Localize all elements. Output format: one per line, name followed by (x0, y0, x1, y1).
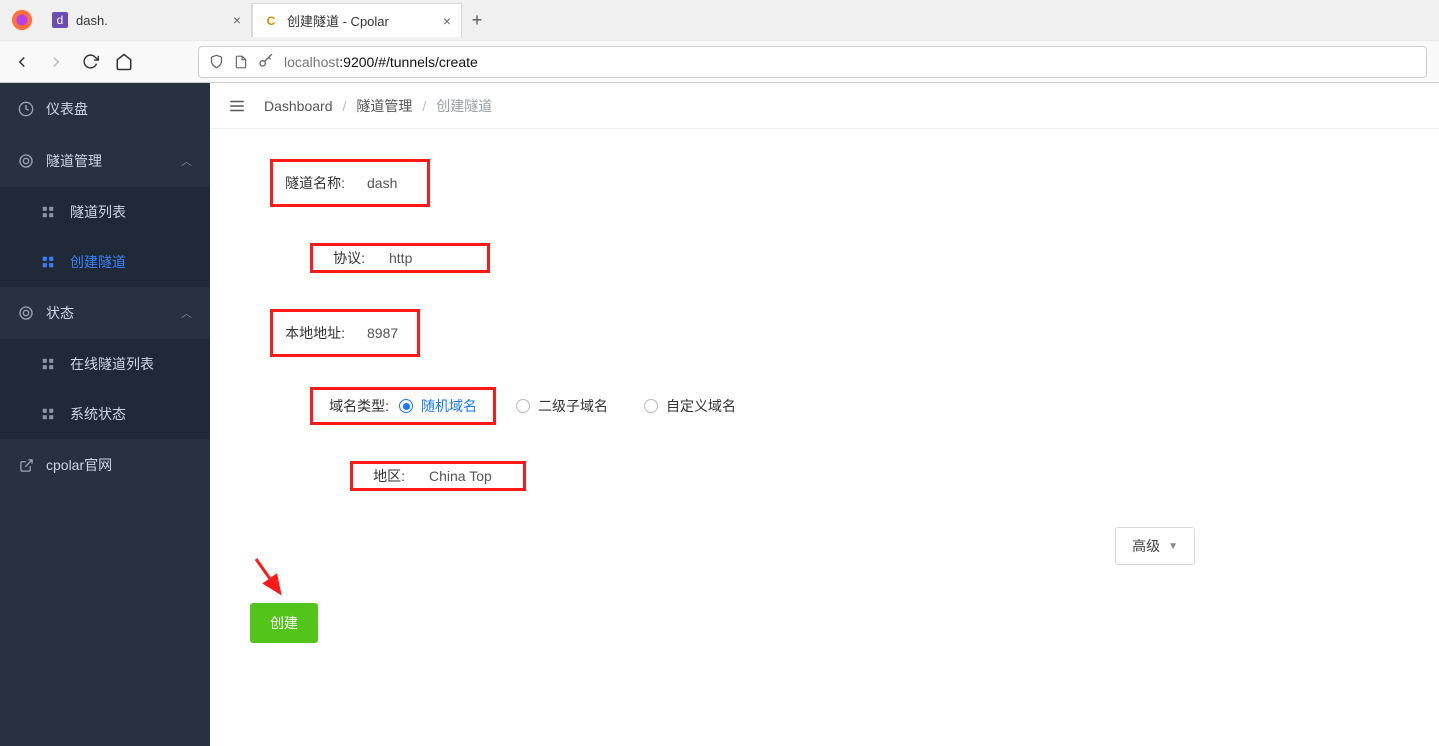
region-value-text: China Top (415, 468, 492, 484)
sidebar-label: 系统状态 (70, 404, 126, 424)
sidebar-item-tunnels[interactable]: 隧道管理 ︿ (0, 135, 210, 187)
sidebar-label: 隧道列表 (70, 202, 126, 222)
app-root: 仪表盘 隧道管理 ︿ 隧道列表 创建隧道 状态 ︿ 在线隧道列表 系统状态 (0, 83, 1439, 746)
radio-custom-domain[interactable]: 自定义域名 (644, 396, 736, 416)
sidebar-label: 仪表盘 (46, 99, 88, 119)
breadcrumb-sep: / (422, 98, 426, 114)
favicon-dash-icon: d (52, 12, 68, 28)
close-icon[interactable]: × (233, 12, 241, 28)
grid-icon (40, 356, 56, 372)
grid-icon (40, 204, 56, 220)
chevron-up-icon: ︿ (181, 153, 192, 169)
sidebar-item-online-tunnels[interactable]: 在线隧道列表 (0, 339, 210, 389)
radio-random-domain[interactable]: 随机域名 (399, 396, 477, 416)
chevron-up-icon: ︿ (181, 305, 192, 321)
hamburger-icon[interactable] (228, 97, 246, 115)
name-label: 隧道名称: (275, 173, 355, 193)
tab-dash[interactable]: d dash. × (42, 3, 252, 37)
sidebar-item-dashboard[interactable]: 仪表盘 (0, 83, 210, 135)
firefox-icon (8, 6, 36, 34)
highlight-domain-type: 域名类型: 随机域名 (310, 387, 496, 425)
breadcrumb-dashboard[interactable]: Dashboard (264, 98, 333, 114)
local-addr-input[interactable] (355, 314, 413, 352)
radio-label: 二级子域名 (538, 396, 608, 416)
close-icon[interactable]: × (443, 13, 451, 29)
target-icon (18, 305, 34, 321)
url-bar[interactable]: localhost:9200/#/tunnels/create (198, 46, 1427, 78)
nav-bar: localhost:9200/#/tunnels/create (0, 40, 1439, 82)
tunnel-form: 隧道名称: 协议: http http ⌄ 本地地址: (210, 129, 1215, 673)
name-input[interactable] (355, 164, 421, 202)
radio-dot-icon (399, 399, 413, 413)
breadcrumb-tunnels[interactable]: 隧道管理 (356, 96, 412, 116)
highlight-protocol: 协议: http (310, 243, 490, 273)
radio-subdomain[interactable]: 二级子域名 (516, 396, 608, 416)
external-icon (18, 457, 34, 473)
arrow-icon (250, 555, 290, 605)
target-icon (18, 153, 34, 169)
radio-label: 随机域名 (421, 396, 477, 416)
radio-dot-icon (644, 399, 658, 413)
breadcrumb-sep: / (343, 98, 347, 114)
tab-title: 创建隧道 - Cpolar (287, 11, 389, 30)
sidebar-label: 状态 (46, 303, 74, 323)
sidebar: 仪表盘 隧道管理 ︿ 隧道列表 创建隧道 状态 ︿ 在线隧道列表 系统状态 (0, 83, 210, 746)
tab-cpolar[interactable]: C 创建隧道 - Cpolar × (252, 3, 462, 37)
local-addr-label: 本地地址: (275, 323, 355, 343)
highlight-local-addr: 本地地址: (270, 309, 420, 357)
grid-icon (40, 406, 56, 422)
highlight-region: 地区: China Top (350, 461, 526, 491)
sidebar-label: 在线隧道列表 (70, 354, 154, 374)
home-button[interactable] (114, 52, 134, 72)
browser-chrome: d dash. × C 创建隧道 - Cpolar × + localhost:… (0, 0, 1439, 83)
domain-type-label: 域名类型: (319, 396, 399, 416)
advanced-button[interactable]: 高级 ▼ (1115, 527, 1195, 565)
gauge-icon (18, 101, 34, 117)
sidebar-item-tunnel-list[interactable]: 隧道列表 (0, 187, 210, 237)
sidebar-item-create-tunnel[interactable]: 创建隧道 (0, 237, 210, 287)
protocol-value-text: http (375, 250, 412, 266)
breadcrumb: Dashboard / 隧道管理 / 创建隧道 (210, 83, 1439, 129)
highlight-name: 隧道名称: (270, 159, 430, 207)
protocol-label: 协议: (315, 248, 375, 268)
reload-button[interactable] (80, 52, 100, 72)
back-button[interactable] (12, 52, 32, 72)
key-icon (258, 54, 274, 70)
advanced-label: 高级 (1132, 536, 1160, 556)
tab-bar: d dash. × C 创建隧道 - Cpolar × + (0, 0, 1439, 40)
radio-dot-icon (516, 399, 530, 413)
sidebar-label: 创建隧道 (70, 252, 126, 272)
chevron-down-icon: ⌄ (631, 470, 640, 483)
sidebar-item-status[interactable]: 状态 ︿ (0, 287, 210, 339)
new-tab-button[interactable]: + (462, 10, 492, 31)
sidebar-label: cpolar官网 (46, 455, 112, 475)
chevron-down-icon: ⌄ (592, 252, 601, 265)
breadcrumb-current: 创建隧道 (436, 96, 492, 116)
sidebar-item-cpolar-site[interactable]: cpolar官网 (0, 439, 210, 491)
sidebar-label: 隧道管理 (46, 151, 102, 171)
radio-label: 自定义域名 (666, 396, 736, 416)
grid-icon (40, 254, 56, 270)
region-label: 地区: (355, 466, 415, 486)
favicon-cpolar-icon: C (263, 13, 279, 29)
url-text: localhost:9200/#/tunnels/create (284, 54, 478, 70)
sidebar-item-system-status[interactable]: 系统状态 (0, 389, 210, 439)
forward-button[interactable] (46, 52, 66, 72)
main-content: Dashboard / 隧道管理 / 创建隧道 隧道名称: 协议: http h… (210, 83, 1439, 746)
shield-icon (209, 54, 224, 69)
page-icon (234, 55, 248, 69)
tab-title: dash. (76, 13, 108, 28)
caret-down-icon: ▼ (1168, 541, 1178, 552)
create-button[interactable]: 创建 (250, 603, 318, 643)
